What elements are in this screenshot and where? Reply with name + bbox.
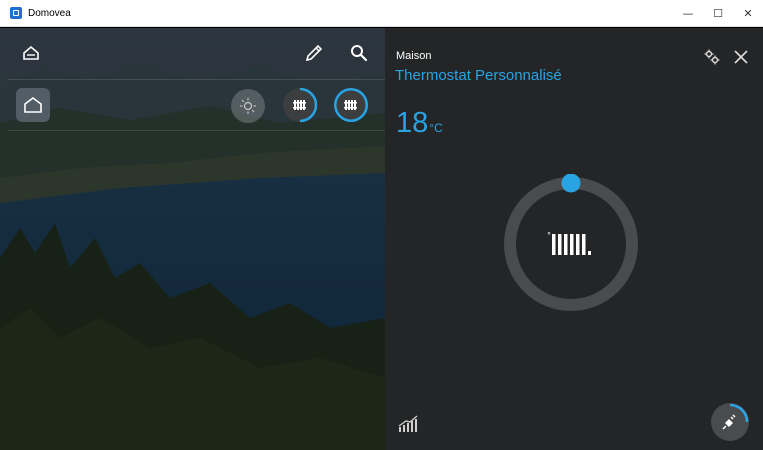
thermostat-title: Thermostat Personnalisé: [395, 67, 562, 84]
home-icon: [24, 97, 42, 113]
minimize-button[interactable]: —: [673, 0, 703, 27]
maximize-button[interactable]: ☐: [703, 0, 733, 27]
home-outline-icon[interactable]: [21, 43, 41, 63]
divider: [8, 79, 385, 80]
divider: [8, 130, 385, 131]
radiator-icon: °: [547, 231, 591, 255]
title-bar: Domovea — ☐ ✕: [0, 0, 763, 27]
window-controls: — ☐ ✕: [673, 0, 763, 27]
background-landscape-image: [0, 28, 385, 450]
thermostat-panel: Maison Thermostat Personnalisé 18°C °: [385, 28, 763, 450]
temperature-unit: °C: [429, 121, 443, 135]
gears-icon[interactable]: [703, 48, 721, 66]
window-title: Domovea: [28, 7, 71, 19]
room-label: Maison: [396, 50, 432, 62]
temperature-value: 18: [396, 107, 429, 139]
pencil-icon[interactable]: [303, 42, 325, 64]
radiator-icon: [344, 100, 357, 110]
svg-text:°: °: [547, 231, 551, 240]
close-icon[interactable]: [731, 47, 751, 67]
close-window-button[interactable]: ✕: [733, 0, 763, 27]
mode-button[interactable]: [711, 403, 749, 441]
scene-partial-button[interactable]: [283, 87, 318, 123]
scene-active-button[interactable]: [334, 88, 368, 122]
app-logo-icon: [10, 7, 22, 19]
home-view: [0, 28, 385, 450]
thermostat-dial[interactable]: °: [501, 174, 641, 314]
scene-off-button[interactable]: [231, 89, 265, 123]
current-temperature: 18°C: [396, 107, 443, 140]
graph-icon[interactable]: [397, 413, 419, 435]
search-icon[interactable]: [348, 42, 370, 64]
sun-off-icon: [240, 98, 256, 114]
home-tile-button[interactable]: [16, 88, 50, 122]
